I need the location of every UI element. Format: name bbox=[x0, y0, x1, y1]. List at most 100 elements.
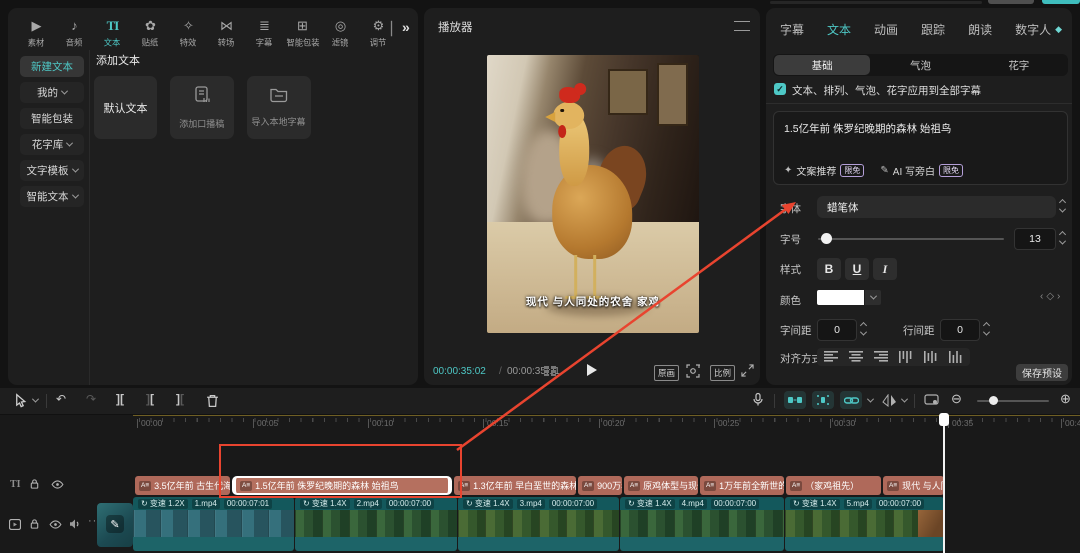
video-viewport[interactable]: 现代 与人同处的农舍 家鸡 bbox=[487, 55, 699, 333]
subtab-0[interactable]: 基础 bbox=[774, 55, 870, 75]
text-clip-6[interactable]: A≡（家鸡祖先） bbox=[786, 476, 881, 495]
caption-textbox[interactable]: 1.5亿年前 侏罗纪晚期的森林 始祖鸟 ✦ 文案推荐 限免 ✎ AI 写旁白 限… bbox=[773, 111, 1068, 185]
keyframe-nav[interactable]: ‹◇› bbox=[1040, 291, 1063, 302]
italic-button[interactable]: I bbox=[873, 258, 897, 280]
auto-snap-icon[interactable] bbox=[812, 391, 834, 409]
letter-spacing-stepper[interactable] bbox=[861, 323, 866, 336]
sidebar-item-2[interactable]: 智能包装 bbox=[20, 108, 84, 129]
tool-effects[interactable]: ✧特效 bbox=[174, 18, 203, 49]
card-0[interactable]: 默认文本 bbox=[94, 76, 157, 139]
tab-5[interactable]: 数字人◆ bbox=[1015, 21, 1062, 38]
zoom-out-icon[interactable]: ⊖ bbox=[951, 391, 962, 407]
zoom-in-icon[interactable]: ⊕ bbox=[1060, 391, 1071, 407]
lock-icon[interactable] bbox=[29, 478, 40, 490]
zoom-slider-track[interactable] bbox=[977, 400, 1049, 402]
tab-4[interactable]: 朗读 bbox=[968, 21, 992, 38]
lock-icon[interactable] bbox=[29, 518, 40, 530]
overflow-tool-icon[interactable]: ▏ bbox=[391, 21, 401, 37]
line-spacing-stepper[interactable] bbox=[984, 323, 989, 336]
video-clip-0[interactable]: ↻ 变速 1.2X1.mp400:00:07:01 bbox=[133, 497, 294, 551]
zoom-slider-knob[interactable] bbox=[989, 396, 998, 405]
subtab-1[interactable]: 气泡 bbox=[872, 55, 968, 75]
toolbar-expand-icon[interactable]: » bbox=[402, 19, 410, 35]
save-preset-button[interactable]: 保存预设 bbox=[1016, 364, 1068, 381]
text-clip-2[interactable]: A≡1.3亿年前 早白垩世的森林 顾氏小 bbox=[454, 476, 576, 495]
video-clip-2[interactable]: ↻ 变速 1.4X3.mp400:00:07:00 bbox=[458, 497, 619, 551]
preview-screen-icon[interactable] bbox=[924, 394, 939, 406]
tab-3[interactable]: 跟踪 bbox=[921, 21, 945, 38]
video-clip-1[interactable]: ↻ 变速 1.4X2.mp400:00:07:00 bbox=[295, 497, 457, 551]
color-dropdown[interactable] bbox=[865, 290, 881, 305]
card-2[interactable]: 导入本地字幕 bbox=[247, 76, 311, 139]
size-slider-knob[interactable] bbox=[821, 233, 832, 244]
tool-media[interactable]: ▶素材 bbox=[22, 18, 51, 49]
size-slider-track[interactable] bbox=[818, 238, 1004, 240]
sidebar-item-0[interactable]: 新建文本 bbox=[20, 56, 84, 77]
align-top-icon[interactable] bbox=[899, 351, 913, 363]
playhead-handle[interactable] bbox=[939, 413, 949, 426]
delete-right-icon[interactable]: ][ bbox=[176, 392, 184, 406]
original-quality-badge[interactable]: 原画 bbox=[654, 365, 679, 381]
eye-icon[interactable] bbox=[49, 520, 62, 529]
font-select[interactable]: 蜡笔体 bbox=[817, 196, 1056, 218]
sidebar-item-4[interactable]: 文字模板 bbox=[20, 160, 84, 181]
size-stepper[interactable] bbox=[1060, 232, 1065, 245]
card-1[interactable]: 添加口播稿 bbox=[170, 76, 234, 139]
menu-icon[interactable] bbox=[734, 21, 750, 31]
eye-icon[interactable] bbox=[51, 480, 64, 489]
line-spacing-value[interactable]: 0 bbox=[940, 319, 980, 341]
size-value[interactable]: 13 bbox=[1014, 228, 1056, 250]
underline-button[interactable]: U bbox=[845, 258, 869, 280]
cover-thumbnail[interactable]: ✎ bbox=[97, 503, 133, 547]
apply-all-checkbox[interactable]: ✓ bbox=[774, 83, 786, 95]
tab-2[interactable]: 动画 bbox=[874, 21, 898, 38]
video-clip-4[interactable]: ↻ 变速 1.4X5.mp400:00:07:00 bbox=[785, 497, 944, 551]
playhead-line[interactable] bbox=[943, 414, 945, 553]
tool-filters[interactable]: ◎滤镜 bbox=[326, 18, 355, 49]
trash-icon[interactable] bbox=[206, 394, 219, 408]
text-clip-7[interactable]: A≡现代 与人同处 bbox=[883, 476, 944, 495]
redo-icon[interactable]: ↷ bbox=[86, 392, 96, 406]
tool-smartpack[interactable]: ⊞智能包装 bbox=[288, 18, 317, 49]
align-right-icon[interactable] bbox=[874, 351, 888, 363]
sidebar-item-3[interactable]: 花字库 bbox=[20, 134, 84, 155]
undo-icon[interactable]: ↶ bbox=[56, 392, 66, 406]
select-tool-dropdown-icon[interactable] bbox=[32, 396, 39, 403]
tab-0[interactable]: 字幕 bbox=[780, 21, 804, 38]
ai-voiceover-label[interactable]: AI 写旁白 bbox=[893, 163, 935, 178]
fullscreen-icon[interactable] bbox=[741, 364, 754, 377]
text-clip-3[interactable]: A≡900万年前 bbox=[578, 476, 622, 495]
split-icon[interactable]: ][ bbox=[116, 392, 124, 406]
align-center-icon[interactable] bbox=[849, 351, 863, 363]
tool-sticker[interactable]: ✿贴纸 bbox=[136, 18, 165, 49]
copy-suggest-label[interactable]: 文案推荐 bbox=[796, 163, 836, 178]
color-swatch[interactable] bbox=[817, 290, 864, 305]
ratio-badge[interactable]: 比例 bbox=[710, 365, 735, 381]
align-middle-icon[interactable] bbox=[924, 351, 938, 363]
sidebar-item-1[interactable]: 我的 bbox=[20, 82, 84, 103]
subtab-2[interactable]: 花字 bbox=[971, 55, 1067, 75]
video-clip-3[interactable]: ↻ 变速 1.4X4.mp400:00:07:00 bbox=[620, 497, 784, 551]
delete-left-icon[interactable]: ][ bbox=[146, 392, 154, 406]
tab-1[interactable]: 文本 bbox=[827, 21, 851, 38]
flip-dropdown-icon[interactable] bbox=[901, 396, 908, 403]
text-clip-0[interactable]: A≡3.5亿年前 古生代海洋 bbox=[135, 476, 230, 495]
tool-audio[interactable]: ♪音频 bbox=[60, 18, 89, 49]
flip-preview-icon[interactable] bbox=[882, 394, 897, 407]
tool-text[interactable]: TI文本 bbox=[98, 18, 127, 49]
select-tool-icon[interactable] bbox=[14, 393, 27, 408]
main-track-magnet-icon[interactable] bbox=[784, 391, 806, 409]
sidebar-item-5[interactable]: 智能文本 bbox=[20, 186, 84, 207]
align-left-icon[interactable] bbox=[824, 351, 838, 363]
grid-icon[interactable] bbox=[544, 366, 556, 376]
focus-icon[interactable] bbox=[686, 364, 700, 378]
microphone-icon[interactable] bbox=[752, 392, 764, 407]
text-clip-5[interactable]: A≡1万年前全新世的东南 bbox=[700, 476, 784, 495]
linkage-dropdown-icon[interactable] bbox=[867, 396, 874, 403]
text-clip-4[interactable]: A≡原鸡体型与现代 bbox=[624, 476, 698, 495]
titlebar-button-sliver[interactable] bbox=[988, 0, 1034, 4]
tool-transitions[interactable]: ⋈转场 bbox=[212, 18, 241, 49]
linkage-icon[interactable] bbox=[840, 391, 862, 409]
mute-icon[interactable] bbox=[69, 518, 81, 530]
export-button-sliver[interactable] bbox=[1042, 0, 1080, 4]
